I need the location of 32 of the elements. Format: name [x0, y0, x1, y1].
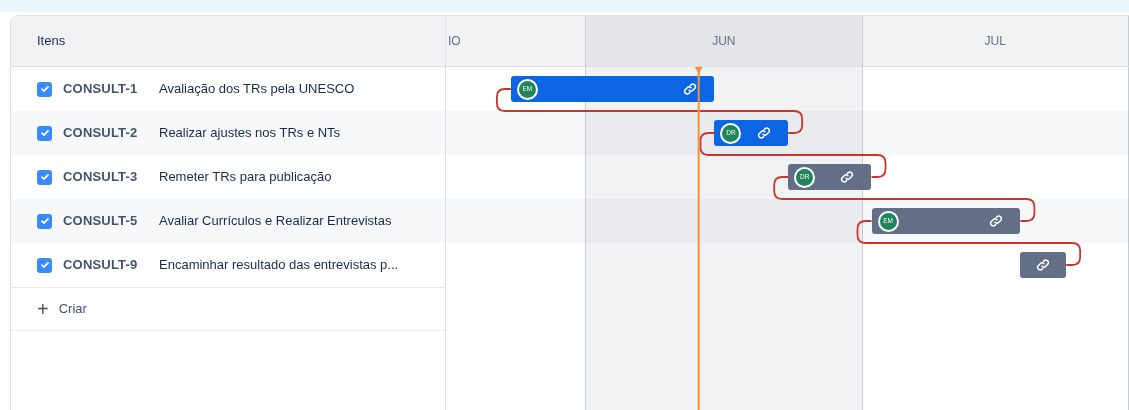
link-icon[interactable]: [840, 170, 855, 184]
link-icon[interactable]: [989, 214, 1004, 228]
issue-key[interactable]: CONSULT-3: [63, 167, 149, 187]
issue-key[interactable]: CONSULT-1: [63, 79, 149, 99]
issue-summary[interactable]: Remeter TRs para publicação: [159, 167, 332, 187]
month-header: IO: [446, 16, 586, 66]
checkbox[interactable]: [37, 81, 52, 97]
timeline-bar[interactable]: [1020, 252, 1067, 278]
issue-summary[interactable]: Encaminhar resultado das entrevistas p...: [159, 255, 399, 275]
check-icon: [39, 216, 50, 226]
create-link[interactable]: Criar: [58, 299, 87, 319]
checkbox[interactable]: [37, 213, 52, 229]
issue-key[interactable]: CONSULT-5: [63, 211, 149, 231]
checkbox[interactable]: [37, 257, 52, 273]
checkbox[interactable]: [37, 125, 52, 141]
issue-summary[interactable]: Avaliar Currículos e Realizar Entrevistas: [159, 211, 392, 231]
link-icon[interactable]: [757, 126, 772, 140]
issue-summary[interactable]: Realizar ajustes nos TRs e NTs: [159, 123, 341, 143]
link-icon[interactable]: [683, 82, 698, 96]
month-header: JUN: [586, 16, 863, 66]
issue-summary[interactable]: Avaliação dos TRs pela UNESCO: [159, 79, 355, 99]
column-header: Itens: [37, 32, 66, 51]
checkbox[interactable]: [37, 169, 52, 185]
plus-icon[interactable]: +: [37, 299, 49, 319]
check-icon: [39, 128, 50, 138]
check-icon: [39, 84, 50, 94]
check-icon: [39, 172, 50, 182]
issue-key[interactable]: CONSULT-2: [63, 123, 149, 143]
check-icon: [39, 260, 50, 270]
issue-key[interactable]: CONSULT-9: [63, 255, 149, 275]
month-header: JUL: [862, 16, 1129, 66]
link-icon[interactable]: [1036, 258, 1051, 272]
